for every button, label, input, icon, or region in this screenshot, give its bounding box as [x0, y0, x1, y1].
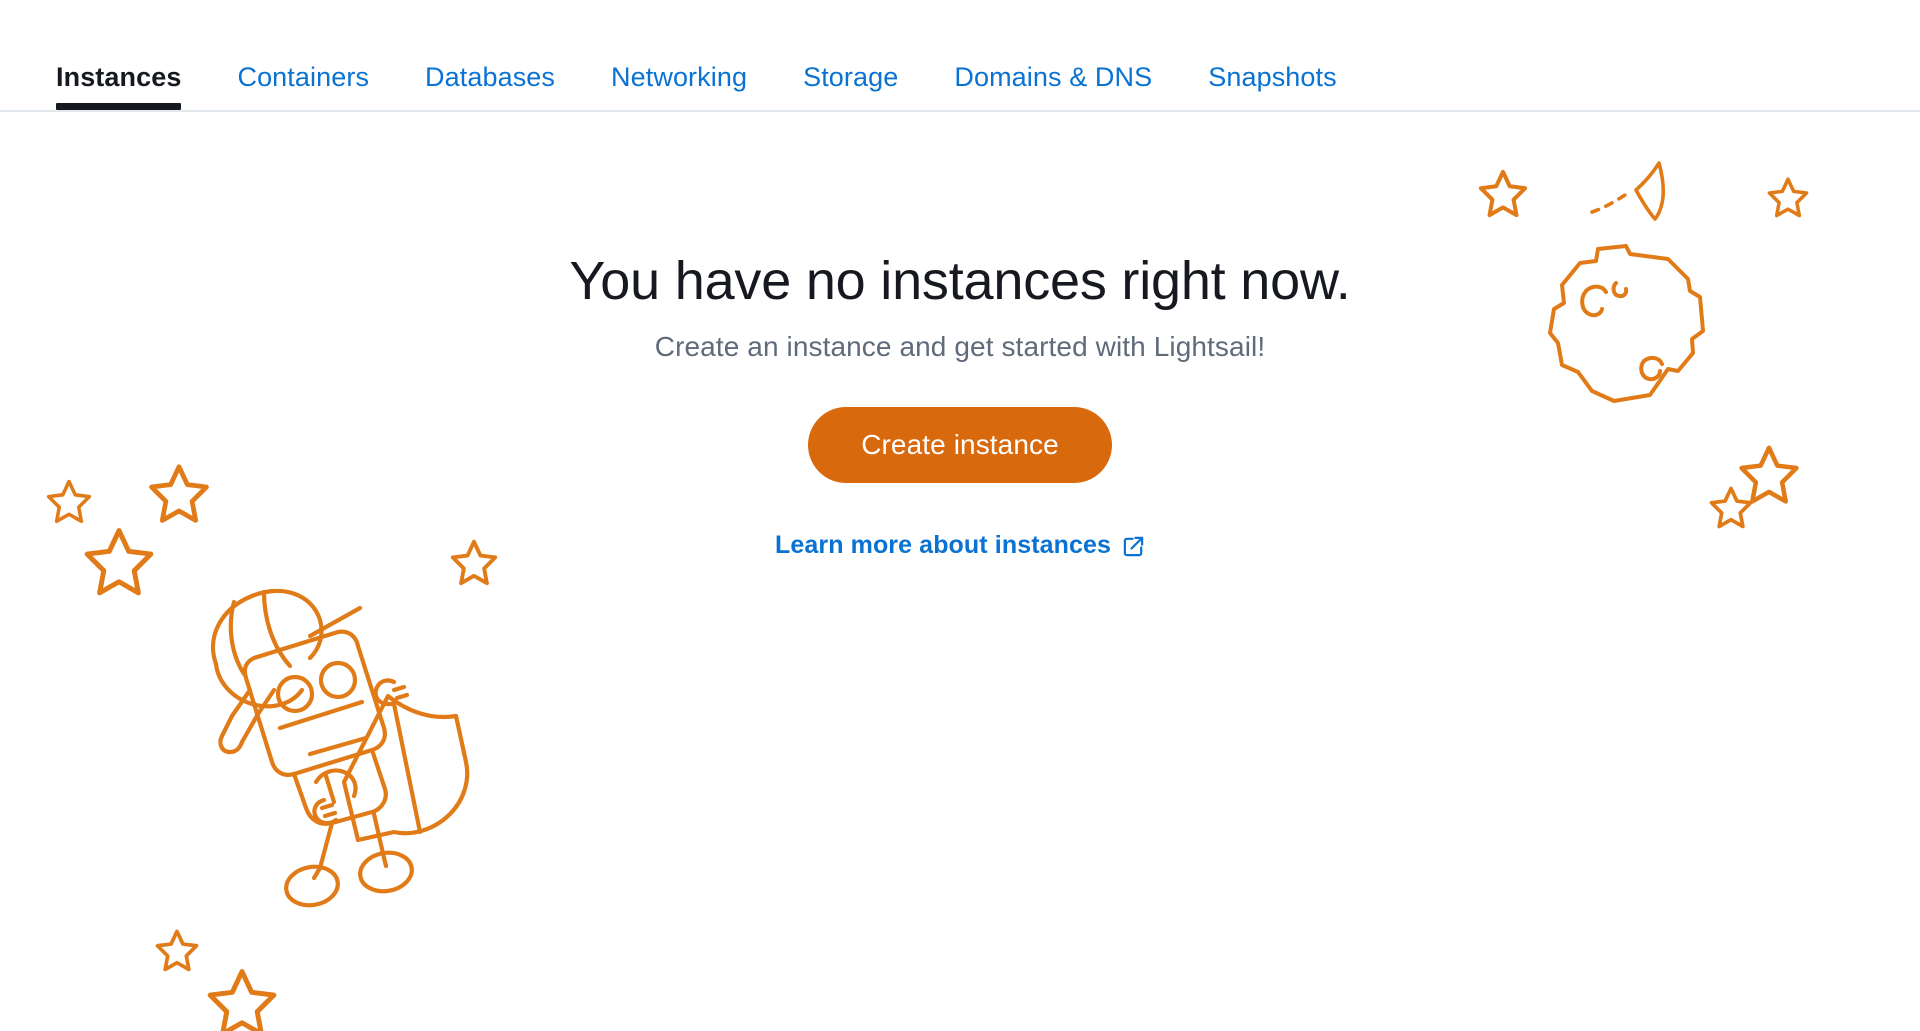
external-link-icon: [1122, 534, 1145, 557]
create-button-container: Create instance: [0, 365, 1920, 483]
tab-databases[interactable]: Databases: [397, 60, 583, 110]
tab-networking[interactable]: Networking: [583, 60, 775, 110]
star-icon: [155, 928, 199, 972]
learn-more-link[interactable]: Learn more about instances: [775, 529, 1145, 561]
tab-snapshots[interactable]: Snapshots: [1180, 60, 1365, 110]
star-icon: [206, 966, 278, 1031]
empty-state-subtitle: Create an instance and get started with …: [654, 331, 1266, 362]
create-instance-button[interactable]: Create instance: [808, 407, 1112, 483]
tab-list: Instances Containers Databases Networkin…: [56, 60, 1365, 110]
tab-storage[interactable]: Storage: [775, 60, 926, 110]
tab-containers[interactable]: Containers: [209, 60, 397, 110]
tab-domains-dns[interactable]: Domains & DNS: [926, 60, 1180, 110]
learn-more-container: Learn more about instances: [0, 483, 1920, 561]
empty-state-title: You have no instances right now.: [569, 251, 1351, 311]
learn-more-label: Learn more about instances: [774, 531, 1112, 559]
main-tab-bar: Instances Containers Databases Networkin…: [0, 0, 1920, 112]
astronaut-robot-illustration: [198, 586, 488, 916]
empty-state-panel: You have no instances right now. Create …: [0, 112, 1920, 561]
tab-instances[interactable]: Instances: [56, 60, 209, 110]
lightsail-instances-page: Instances Containers Databases Networkin…: [0, 0, 1920, 1031]
